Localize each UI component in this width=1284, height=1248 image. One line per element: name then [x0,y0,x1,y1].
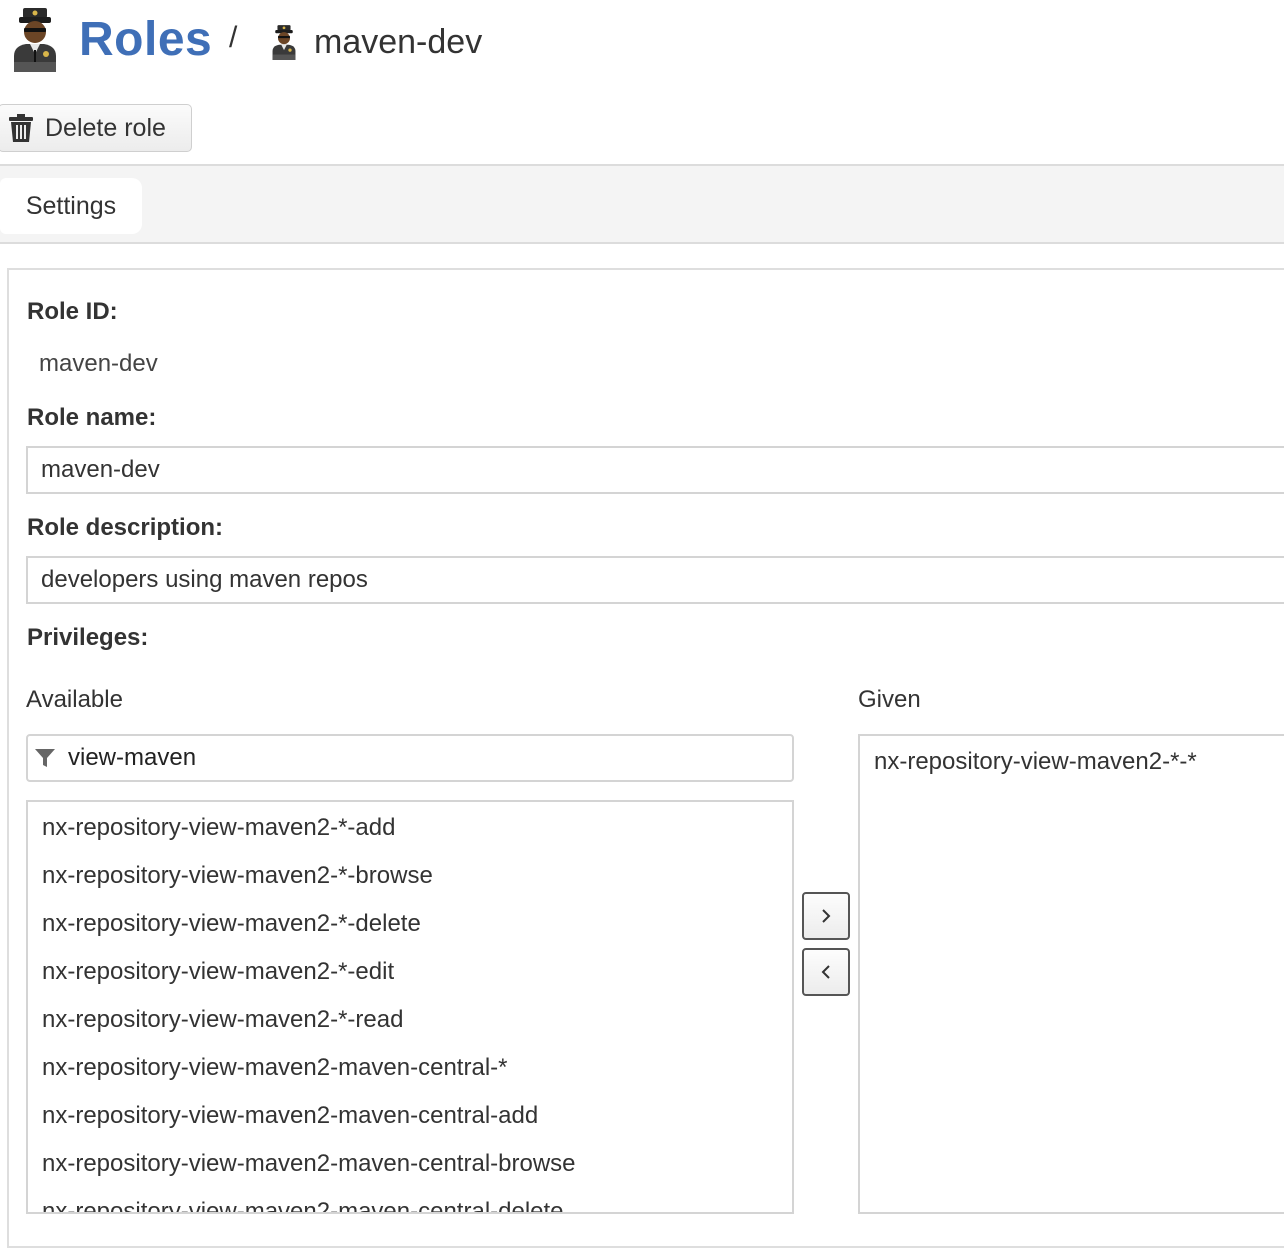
breadcrumb-current: maven-dev [314,23,483,61]
available-privileges-list[interactable]: nx-repository-view-maven2-*-add nx-repos… [26,800,794,1214]
role-description-value: developers using maven repos [41,566,368,593]
available-heading: Available [26,686,123,713]
role-name-label: Role name: [27,404,157,431]
trash-icon [9,114,33,142]
delete-role-label: Delete role [45,113,166,142]
chevron-right-icon [822,909,831,923]
role-id-label: Role ID: [27,298,118,325]
add-privilege-button[interactable] [802,892,850,940]
given-privileges-list[interactable]: nx-repository-view-maven2-*-* [858,734,1284,1214]
list-item[interactable]: nx-repository-view-maven2-*-add [28,804,792,852]
list-item[interactable]: nx-repository-view-maven2-maven-central-… [28,1092,792,1140]
chevron-left-icon [821,965,830,979]
role-name-field[interactable]: maven-dev [26,446,1284,494]
role-id-value: maven-dev [39,350,158,377]
filter-value: view-maven [68,744,197,771]
list-item[interactable]: nx-repository-view-maven2-*-edit [28,948,792,996]
privileges-label: Privileges: [27,624,149,651]
role-description-field[interactable]: developers using maven repos [26,556,1284,604]
tab-bar: Settings [0,164,1284,244]
privilege-filter-input[interactable]: view-maven [26,734,794,782]
page-header: Roles / maven-dev [0,0,1284,90]
list-item[interactable]: nx-repository-view-maven2-*-read [28,996,792,1044]
given-heading: Given [858,686,921,713]
security-guard-icon [272,25,296,60]
list-item[interactable]: nx-repository-view-maven2-*-delete [28,900,792,948]
list-item[interactable]: nx-repository-view-maven2-maven-central-… [28,1140,792,1188]
filter-icon [35,749,55,767]
list-item[interactable]: nx-repository-view-maven2-*-browse [28,852,792,900]
list-item[interactable]: nx-repository-view-maven2-*-* [860,738,1284,786]
role-name-value: maven-dev [41,456,160,483]
page-title[interactable]: Roles [79,12,212,68]
role-description-label: Role description: [27,514,224,541]
list-item[interactable]: nx-repository-view-maven2-maven-central-… [28,1188,792,1212]
tab-settings[interactable]: Settings [0,178,142,234]
list-item[interactable]: nx-repository-view-maven2-maven-central-… [28,1044,792,1092]
delete-role-button[interactable]: Delete role [0,104,192,152]
security-guard-icon [14,8,56,72]
breadcrumb-separator: / [229,21,238,54]
remove-privilege-button[interactable] [802,948,850,996]
